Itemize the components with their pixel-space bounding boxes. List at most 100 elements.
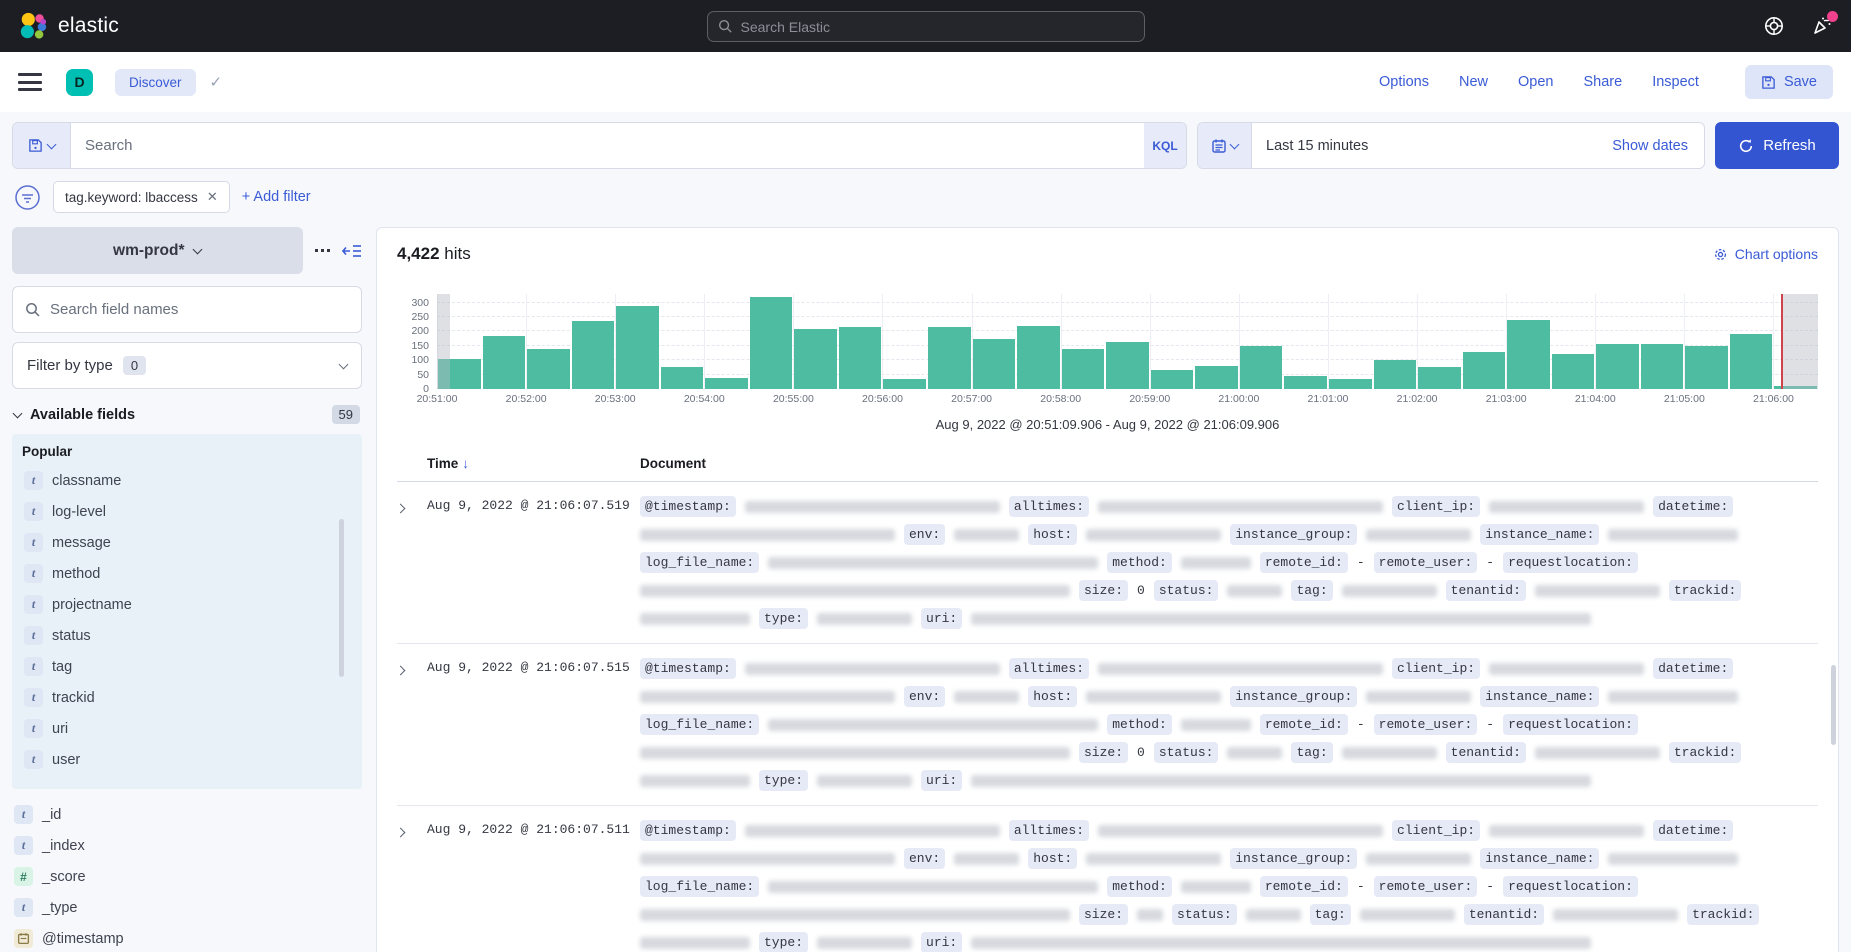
expand-row-icon[interactable]	[397, 820, 427, 841]
field-item-log-level[interactable]: tlog-level	[22, 496, 352, 527]
histogram-chart[interactable]: 050100150200250300	[397, 294, 1818, 389]
doc-field-badge[interactable]: tenantid:	[1464, 904, 1544, 925]
doc-field-badge[interactable]: uri:	[921, 608, 962, 629]
inspect-link[interactable]: Inspect	[1652, 74, 1699, 90]
sidebar-scrollbar[interactable]	[339, 519, 344, 677]
doc-field-badge[interactable]: size:	[1079, 742, 1128, 763]
doc-field-badge[interactable]: host:	[1028, 686, 1077, 707]
save-button[interactable]: Save	[1745, 65, 1833, 99]
histogram-bar[interactable]	[1151, 370, 1194, 389]
histogram-bar[interactable]	[705, 378, 748, 390]
histogram-bar[interactable]	[1062, 349, 1105, 389]
histogram-bar[interactable]	[1685, 346, 1728, 389]
breadcrumb-discover[interactable]: Discover	[115, 69, 196, 96]
doc-field-badge[interactable]: trackid:	[1669, 580, 1741, 601]
doc-field-badge[interactable]: client_ip:	[1392, 496, 1480, 517]
histogram-bar[interactable]	[839, 327, 882, 389]
doc-field-badge[interactable]: requestlocation:	[1503, 552, 1638, 573]
doc-field-badge[interactable]: @timestamp:	[640, 658, 736, 679]
histogram-bar[interactable]	[1730, 334, 1773, 389]
doc-field-badge[interactable]: remote_id:	[1260, 552, 1348, 573]
doc-field-badge[interactable]: alltimes:	[1009, 658, 1089, 679]
field-item-method[interactable]: tmethod	[22, 558, 352, 589]
histogram-bar[interactable]	[527, 349, 570, 389]
field-item-status[interactable]: tstatus	[22, 620, 352, 651]
doc-field-badge[interactable]: type:	[759, 608, 808, 629]
doc-field-badge[interactable]: requestlocation:	[1503, 714, 1638, 735]
histogram-bar[interactable]	[572, 321, 615, 389]
doc-field-badge[interactable]: remote_user:	[1374, 552, 1478, 573]
doc-field-badge[interactable]: client_ip:	[1392, 658, 1480, 679]
doc-field-badge[interactable]: method:	[1107, 714, 1172, 735]
doc-field-badge[interactable]: trackid:	[1687, 904, 1759, 925]
doc-field-badge[interactable]: instance_group:	[1230, 686, 1357, 707]
chart-plot[interactable]	[437, 294, 1818, 389]
doc-field-badge[interactable]: status:	[1154, 742, 1219, 763]
doc-field-badge[interactable]: env:	[904, 524, 945, 545]
histogram-bar[interactable]	[1374, 360, 1417, 389]
options-link[interactable]: Options	[1379, 74, 1429, 90]
doc-field-badge[interactable]: remote_user:	[1374, 876, 1478, 897]
histogram-bar[interactable]	[1596, 344, 1639, 389]
doc-field-badge[interactable]: env:	[904, 686, 945, 707]
new-link[interactable]: New	[1459, 74, 1488, 90]
field-search-input[interactable]	[50, 301, 349, 318]
doc-field-badge[interactable]: remote_id:	[1260, 876, 1348, 897]
doc-field-badge[interactable]: status:	[1154, 580, 1219, 601]
elastic-logo[interactable]: elastic	[18, 11, 119, 41]
share-link[interactable]: Share	[1583, 74, 1622, 90]
doc-field-badge[interactable]: status:	[1172, 904, 1237, 925]
histogram-bar[interactable]	[483, 336, 526, 389]
doc-field-badge[interactable]: uri:	[921, 770, 962, 791]
doc-field-badge[interactable]: instance_group:	[1230, 524, 1357, 545]
field-item-_id[interactable]: t_id	[12, 799, 362, 830]
field-item-_index[interactable]: t_index	[12, 830, 362, 861]
doc-field-badge[interactable]: instance_name:	[1480, 686, 1599, 707]
collapse-sidebar-icon[interactable]	[342, 243, 362, 259]
histogram-bar[interactable]	[1284, 376, 1327, 389]
field-item-tag[interactable]: ttag	[22, 651, 352, 682]
doc-field-badge[interactable]: tag:	[1291, 580, 1332, 601]
doc-field-badge[interactable]: size:	[1079, 580, 1128, 601]
histogram-bar[interactable]	[883, 379, 926, 389]
doc-field-badge[interactable]: alltimes:	[1009, 496, 1089, 517]
field-item-uri[interactable]: turi	[22, 713, 352, 744]
expand-row-icon[interactable]	[397, 658, 427, 679]
space-avatar[interactable]: D	[66, 69, 93, 96]
doc-field-badge[interactable]: host:	[1028, 524, 1077, 545]
doc-field-badge[interactable]: tenantid:	[1446, 742, 1526, 763]
histogram-bar[interactable]	[928, 327, 971, 389]
doc-field-badge[interactable]: tag:	[1310, 904, 1351, 925]
histogram-bar[interactable]	[1463, 352, 1506, 389]
histogram-bar[interactable]	[616, 306, 659, 389]
index-pattern-selector[interactable]: wm-prod*	[12, 227, 303, 274]
doc-field-badge[interactable]: tag:	[1291, 742, 1332, 763]
filter-menu-icon[interactable]	[14, 184, 41, 211]
doc-field-badge[interactable]: size:	[1079, 904, 1128, 925]
histogram-bar[interactable]	[661, 367, 704, 389]
open-link[interactable]: Open	[1518, 74, 1553, 90]
histogram-bar[interactable]	[1418, 367, 1461, 389]
quick-select-menu-button[interactable]	[1198, 123, 1252, 168]
kql-language-button[interactable]: KQL	[1144, 123, 1186, 168]
filter-by-type[interactable]: Filter by type 0	[12, 342, 362, 389]
histogram-bar[interactable]	[1507, 320, 1550, 389]
doc-field-badge[interactable]: client_ip:	[1392, 820, 1480, 841]
expand-row-icon[interactable]	[397, 496, 427, 517]
help-icon[interactable]	[1763, 15, 1785, 37]
chart-options-button[interactable]: Chart options	[1713, 246, 1818, 262]
field-item-_type[interactable]: t_type	[12, 892, 362, 923]
add-filter-link[interactable]: + Add filter	[242, 189, 311, 205]
available-fields-header[interactable]: Available fields 59	[14, 405, 360, 424]
global-search[interactable]	[707, 11, 1145, 42]
show-dates-link[interactable]: Show dates	[1612, 138, 1704, 154]
doc-field-badge[interactable]: type:	[759, 770, 808, 791]
field-item-projectname[interactable]: tprojectname	[22, 589, 352, 620]
global-search-input[interactable]	[741, 19, 1134, 35]
histogram-bar[interactable]	[1240, 346, 1283, 389]
field-search[interactable]	[12, 286, 362, 333]
doc-field-badge[interactable]: log_file_name:	[640, 876, 759, 897]
index-options-icon[interactable]	[315, 249, 331, 253]
query-input[interactable]	[71, 123, 1144, 168]
field-item-user[interactable]: tuser	[22, 744, 352, 775]
